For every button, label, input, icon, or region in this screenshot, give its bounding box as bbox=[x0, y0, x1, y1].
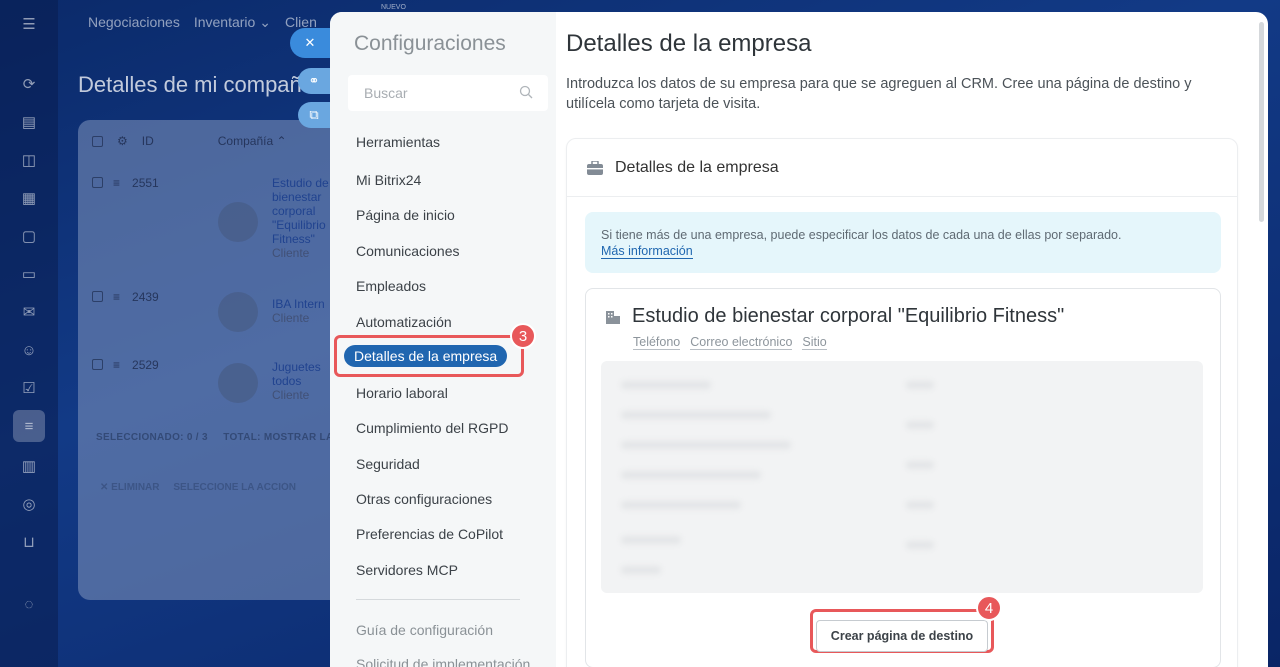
settings-sidebar: Configuraciones Buscar Herramientas Mi B… bbox=[330, 12, 556, 667]
gear-icon[interactable]: ⚙ bbox=[117, 134, 128, 148]
search-icon bbox=[519, 85, 533, 99]
sidebar-item-my-bitrix24[interactable]: Mi Bitrix24 bbox=[356, 172, 421, 188]
step-badge: 3 bbox=[510, 323, 536, 349]
calendar-icon[interactable]: ▦ bbox=[17, 186, 41, 210]
company-link[interactable]: Estudio de bienestar corporal "Equilibri… bbox=[272, 176, 332, 260]
mail-icon[interactable]: ✉ bbox=[17, 300, 41, 324]
topnav-deals[interactable]: Negociaciones bbox=[88, 14, 180, 31]
list-header: ⚙ ID Compañía ⌃ bbox=[92, 134, 287, 148]
more-info-link[interactable]: Más información bbox=[601, 244, 693, 259]
tasks-icon[interactable]: ☑ bbox=[17, 376, 41, 400]
background-company-list: ⚙ ID Compañía ⌃ ≡ 2551 Estudio de bienest… bbox=[78, 120, 348, 600]
open-new-window-button[interactable]: ⧉ bbox=[298, 102, 330, 128]
selection-summary: SELECCIONADO: 0 / 3 TOTAL: MOSTRAR LA bbox=[96, 432, 334, 443]
step-badge: 4 bbox=[976, 595, 1002, 621]
close-slider-button[interactable]: ✕ bbox=[290, 28, 330, 58]
sidebar-title: Configuraciones bbox=[354, 32, 506, 55]
avatar bbox=[218, 202, 258, 242]
info-text: Si tiene más de una empresa, puede espec… bbox=[601, 228, 1122, 242]
phone-link[interactable]: Teléfono bbox=[633, 335, 681, 350]
settings-icon[interactable]: ◌ bbox=[17, 592, 41, 616]
analytics-icon[interactable]: ◎ bbox=[17, 492, 41, 516]
sidebar-item-home-page[interactable]: Página de inicio bbox=[356, 207, 455, 223]
page-title: Detalles de la empresa bbox=[566, 30, 812, 57]
sidebar-item-security[interactable]: Seguridad bbox=[356, 456, 420, 472]
email-link[interactable]: Correo electrónico bbox=[690, 335, 793, 350]
document-icon[interactable]: ▤ bbox=[17, 110, 41, 134]
select-all-checkbox[interactable] bbox=[92, 135, 103, 147]
company-details-card: Detalles de la empresa Si tiene más de u… bbox=[566, 138, 1238, 667]
table-row[interactable]: ≡ 2439 bbox=[92, 290, 159, 304]
app-rail: ☰ ⟳ ▤ ◫ ▦ ▢ ▭ ✉ ☺ ☑ ≡ ▥ ◎ ⊔ ◌ bbox=[0, 0, 58, 667]
company-link[interactable]: Juguetes todos Cliente bbox=[272, 360, 332, 402]
card-header: Detalles de la empresa bbox=[567, 139, 1237, 197]
chat-icon[interactable]: ◫ bbox=[17, 148, 41, 172]
briefcase-icon bbox=[587, 160, 603, 175]
building-icon bbox=[606, 311, 620, 324]
settings-slider: Configuraciones Buscar Herramientas Mi B… bbox=[330, 12, 1268, 667]
sidebar-item-copilot[interactable]: Preferencias de CoPilot bbox=[356, 526, 503, 542]
background-page-title: Detalles de mi compañ bbox=[78, 72, 302, 97]
company-name: Estudio de bienestar corporal "Equilibri… bbox=[632, 305, 1065, 327]
inbox-icon[interactable]: ▭ bbox=[17, 262, 41, 286]
sidebar-item-gdpr[interactable]: Cumplimiento del RGPD bbox=[356, 420, 509, 436]
cart-icon[interactable]: ⊔ bbox=[17, 530, 41, 554]
sidebar-item-implementation-request[interactable]: Solicitud de implementación bbox=[356, 656, 530, 667]
new-badge: NUEVO bbox=[381, 4, 406, 11]
external-icon: ⧉ bbox=[309, 107, 319, 122]
sidebar-item-automation[interactable]: Automatización bbox=[356, 314, 452, 330]
link-icon: ⚭ bbox=[308, 73, 320, 88]
sidebar-item-work-hours[interactable]: Horario laboral bbox=[356, 385, 448, 401]
sidebar-item-mcp-servers[interactable]: Servidores MCP bbox=[356, 562, 458, 578]
column-company[interactable]: Compañía ⌃ bbox=[218, 134, 287, 148]
sidebar-item-other-settings[interactable]: Otras configuraciones bbox=[356, 491, 492, 507]
card-title: Detalles de la empresa bbox=[615, 158, 779, 176]
refresh-icon[interactable]: ⟳ bbox=[17, 72, 41, 96]
column-id[interactable]: ID bbox=[142, 134, 154, 148]
sidebar-divider bbox=[356, 599, 520, 600]
crm-icon[interactable]: ≡ bbox=[13, 410, 45, 442]
table-row[interactable]: ≡ 2529 bbox=[92, 358, 159, 372]
highlight-frame bbox=[334, 335, 524, 377]
sidebar-item-communications[interactable]: Comunicaciones bbox=[356, 243, 460, 259]
website-link[interactable]: Sitio bbox=[802, 335, 827, 350]
avatar bbox=[218, 363, 258, 403]
topnav-inventory[interactable]: Inventario ⌄ bbox=[194, 14, 271, 31]
company-contact-links: Teléfono Correo electrónico Sitio bbox=[633, 335, 827, 350]
search-input[interactable]: Buscar bbox=[348, 75, 548, 111]
close-icon: ✕ bbox=[304, 35, 316, 50]
schedule-icon[interactable]: ▥ bbox=[17, 454, 41, 478]
company-block: Estudio de bienestar corporal "Equilibri… bbox=[585, 288, 1221, 667]
sidebar-item-setup-guide[interactable]: Guía de configuración bbox=[356, 622, 493, 638]
avatar bbox=[218, 292, 258, 332]
scrollbar[interactable] bbox=[1259, 22, 1264, 222]
company-link[interactable]: IBA Intern Cliente bbox=[272, 297, 332, 325]
contacts-icon[interactable]: ☺ bbox=[17, 338, 41, 362]
top-navigation: Negociaciones Inventario ⌄ Clien bbox=[88, 14, 317, 31]
blurred-details bbox=[601, 361, 1203, 593]
main-content: Detalles de la empresa Introduzca los da… bbox=[566, 12, 1268, 667]
menu-icon[interactable]: ☰ bbox=[17, 12, 41, 36]
info-banner: Si tiene más de una empresa, puede espec… bbox=[585, 212, 1221, 273]
page-description: Introduzca los datos de su empresa para … bbox=[566, 76, 1192, 112]
file-icon[interactable]: ▢ bbox=[17, 224, 41, 248]
table-row[interactable]: ≡ 2551 bbox=[92, 176, 159, 190]
sidebar-item-employees[interactable]: Empleados bbox=[356, 278, 426, 294]
bulk-actions[interactable]: ✕ ELIMINAR SELECCIONE LA ACCIÓN bbox=[100, 482, 340, 493]
copy-link-button[interactable]: ⚭ bbox=[298, 68, 330, 94]
sidebar-item-tools[interactable]: Herramientas bbox=[356, 134, 440, 150]
create-landing-page-button[interactable]: Crear página de destino bbox=[816, 620, 988, 652]
